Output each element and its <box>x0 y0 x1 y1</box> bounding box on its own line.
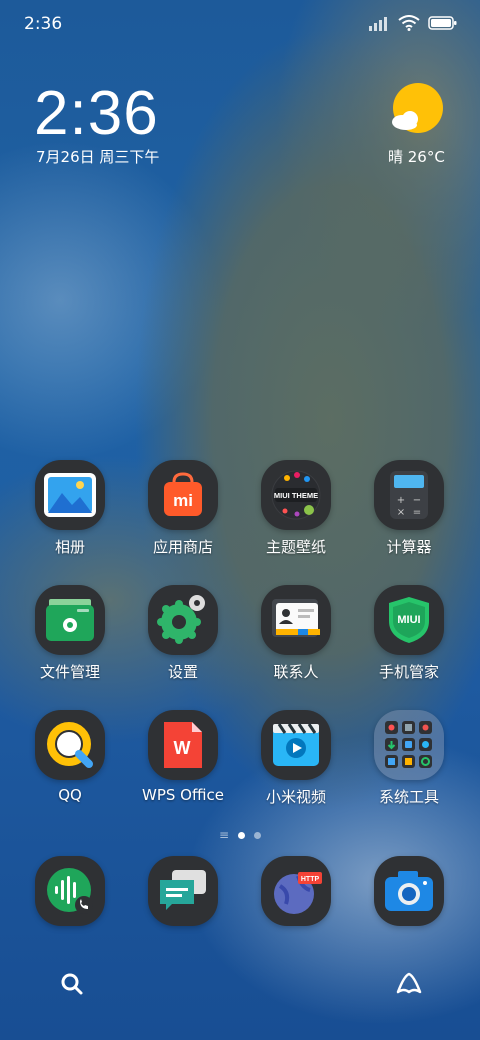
svg-text:=: = <box>413 507 421 518</box>
app-video[interactable]: 小米视频 <box>239 710 353 818</box>
status-icons <box>368 15 458 31</box>
app-app-store[interactable]: mi 应用商店 <box>126 460 240 568</box>
app-label: 主题壁纸 <box>265 538 326 556</box>
browser-icon: HTTP <box>261 856 331 926</box>
camera-icon <box>374 856 444 926</box>
app-settings[interactable]: 设置 <box>126 585 240 693</box>
app-system-tools-folder[interactable]: 系统工具 <box>352 710 466 818</box>
app-label: 文件管理 <box>39 663 100 681</box>
page-indicator[interactable]: ≡ <box>0 828 480 842</box>
file-manager-icon <box>35 585 105 655</box>
app-label: 系统工具 <box>378 788 439 806</box>
theme-badge-text: MIUI THEME <box>274 491 318 500</box>
svg-text:×: × <box>397 507 405 518</box>
gallery-icon <box>35 460 105 530</box>
app-label: QQ <box>58 786 82 804</box>
dock-messages[interactable] <box>126 856 240 930</box>
app-label: WPS Office <box>142 786 224 804</box>
signal-icon <box>369 17 387 31</box>
messages-icon <box>148 856 218 926</box>
page-dot <box>254 831 262 839</box>
app-security[interactable]: MIUI 手机管家 <box>352 585 466 693</box>
status-time: 2:36 <box>24 14 63 34</box>
wifi-icon <box>398 15 420 31</box>
dock-camera[interactable] <box>352 856 466 930</box>
folder-icon <box>374 710 444 780</box>
battery-icon <box>428 16 457 30</box>
svg-text:+: + <box>397 495 405 506</box>
page-dot-active <box>238 831 246 839</box>
wps-icon: W <box>148 710 218 780</box>
search-icon[interactable] <box>58 970 86 998</box>
calculator-icon: + − × = <box>374 460 444 530</box>
app-label: 小米视频 <box>265 788 326 806</box>
dock: HTTP <box>0 856 480 930</box>
svg-text:mi: mi <box>173 491 193 510</box>
app-label: 联系人 <box>273 663 319 681</box>
security-badge-text: MIUI <box>397 614 420 626</box>
bottom-bar <box>0 962 480 1006</box>
menu-lines-icon: ≡ <box>218 828 230 842</box>
assistant-icon[interactable] <box>394 970 424 998</box>
app-calculator[interactable]: + − × = 计算器 <box>352 460 466 568</box>
contacts-icon <box>261 585 331 655</box>
app-label: 计算器 <box>386 538 432 556</box>
app-qq[interactable]: QQ <box>13 710 127 818</box>
phone-icon <box>35 856 105 926</box>
app-file-manager[interactable]: 文件管理 <box>13 585 127 693</box>
app-label: 相册 <box>54 538 85 556</box>
dock-browser[interactable]: HTTP <box>239 856 353 930</box>
app-label: 手机管家 <box>378 663 439 681</box>
sunny-cloud-icon[interactable] <box>390 82 446 138</box>
security-icon: MIUI <box>374 585 444 655</box>
clock-widget-date[interactable]: 7月26日 周三下午 <box>36 146 159 167</box>
status-bar: 2:36 <box>0 0 480 48</box>
app-label: 应用商店 <box>152 538 213 556</box>
dock-phone[interactable] <box>13 856 127 930</box>
app-label: 设置 <box>167 663 198 681</box>
browser-badge-text: HTTP <box>301 876 320 883</box>
svg-text:W: W <box>174 738 191 758</box>
qq-icon <box>35 710 105 780</box>
app-gallery[interactable]: 相册 <box>13 460 127 568</box>
app-wps[interactable]: W WPS Office <box>126 710 240 818</box>
svg-text:−: − <box>413 495 421 506</box>
settings-icon <box>148 585 218 655</box>
weather-widget-text[interactable]: 晴 26°C <box>388 146 445 167</box>
app-themes[interactable]: MIUI THEME 主题壁纸 <box>239 460 353 568</box>
clock-widget-time[interactable]: 2:36 <box>34 78 159 149</box>
app-contacts[interactable]: 联系人 <box>239 585 353 693</box>
video-icon <box>261 710 331 780</box>
app-store-icon: mi <box>148 460 218 530</box>
themes-icon: MIUI THEME <box>261 460 331 530</box>
